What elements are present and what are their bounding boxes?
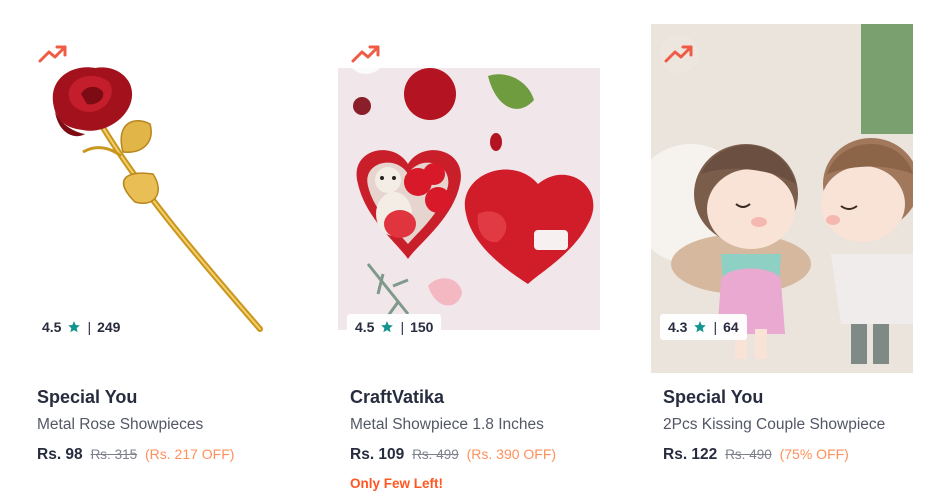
rating-badge: 4.3 | 64 <box>660 314 747 340</box>
trending-up-icon <box>38 45 67 63</box>
product-card-1[interactable]: 4.5 | 249 Special You Metal Rose Showpie… <box>25 0 287 497</box>
product-price: Rs. 122 Rs. 490 (75% OFF) <box>663 446 849 464</box>
rating-divider: | <box>87 319 92 335</box>
rating-value: 4.3 <box>668 319 688 335</box>
product-name[interactable]: Metal Rose Showpieces <box>37 416 277 434</box>
trending-badge <box>33 34 73 74</box>
original-price: Rs. 499 <box>412 447 459 462</box>
original-price: Rs. 315 <box>90 447 138 462</box>
product-brand[interactable]: Special You <box>663 387 763 408</box>
rating-divider: | <box>400 319 405 335</box>
product-brand[interactable]: CraftVatika <box>350 387 444 408</box>
rating-badge: 4.5 | 249 <box>34 314 129 340</box>
stock-warning: Only Few Left! <box>350 476 444 491</box>
rating-value: 4.5 <box>355 319 375 335</box>
original-price: Rs. 490 <box>725 447 772 462</box>
discount-label: (75% OFF) <box>779 446 849 462</box>
trending-up-icon <box>351 45 380 63</box>
product-card-3[interactable]: 4.3 | 64 Special You 2Pcs Kissing Couple… <box>651 0 913 497</box>
trending-up-icon <box>664 45 693 63</box>
discount-label: (Rs. 217 OFF) <box>144 446 235 462</box>
product-price: Rs. 98 Rs. 315 (Rs. 217 OFF) <box>37 446 234 464</box>
rating-value: 4.5 <box>42 319 62 335</box>
trending-badge <box>346 34 386 74</box>
review-count: 64 <box>723 319 739 335</box>
product-name[interactable]: 2Pcs Kissing Couple Showpiece <box>663 416 903 434</box>
rating-divider: | <box>713 319 718 335</box>
trending-badge <box>659 34 699 74</box>
discount-label: (Rs. 390 OFF) <box>466 446 557 462</box>
review-count: 150 <box>410 319 434 335</box>
selling-price: Rs. 109 <box>350 446 405 463</box>
product-name[interactable]: Metal Showpiece 1.8 Inches <box>350 416 590 434</box>
selling-price: Rs. 98 <box>37 446 83 463</box>
rating-badge: 4.5 | 150 <box>347 314 442 340</box>
star-icon <box>693 320 707 334</box>
star-icon <box>67 320 81 334</box>
product-price: Rs. 109 Rs. 499 (Rs. 390 OFF) <box>350 446 556 464</box>
star-icon <box>380 320 394 334</box>
selling-price: Rs. 122 <box>663 446 718 463</box>
review-count: 249 <box>97 319 121 335</box>
product-card-2[interactable]: 4.5 | 150 CraftVatika Metal Showpiece 1.… <box>338 0 600 497</box>
product-brand[interactable]: Special You <box>37 387 137 408</box>
